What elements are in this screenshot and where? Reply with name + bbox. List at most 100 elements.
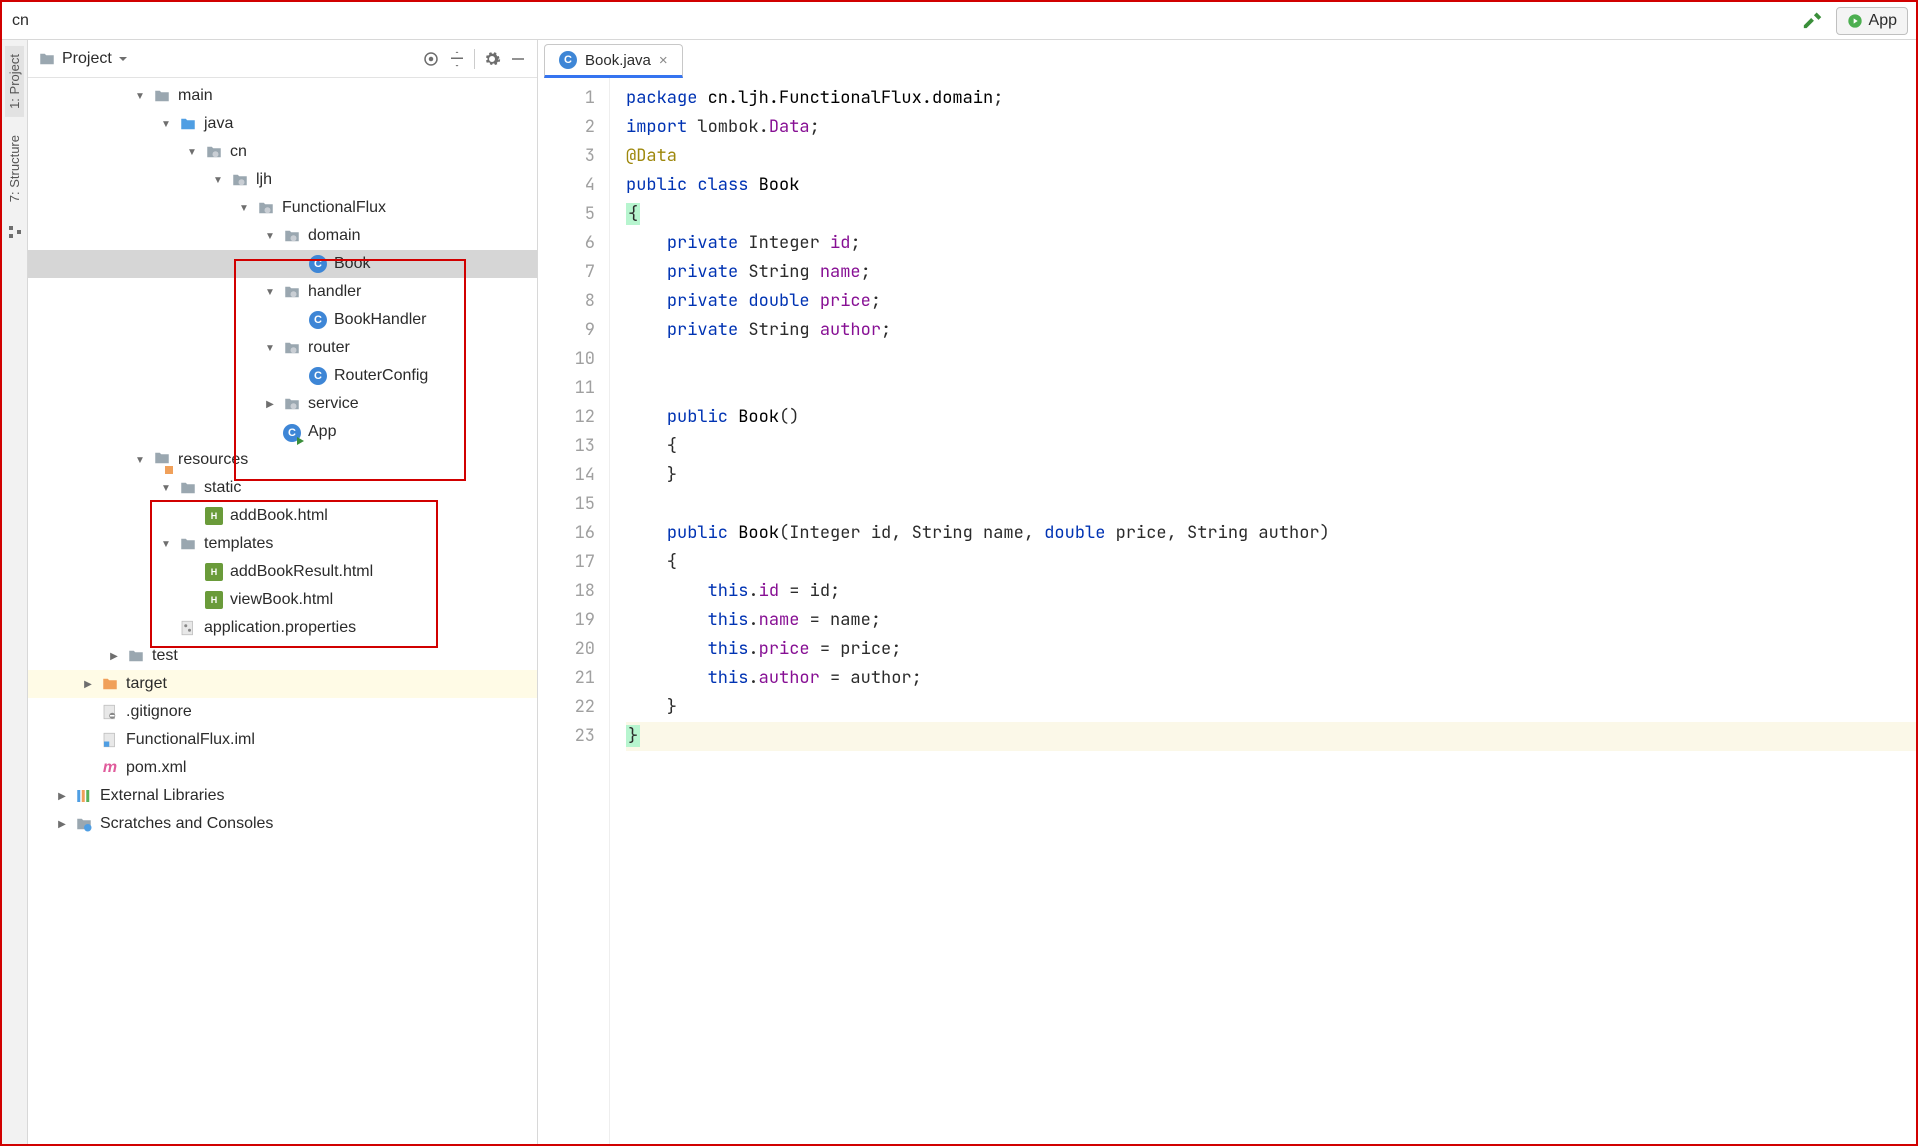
line-number[interactable]: 18 [538, 577, 595, 606]
code-line[interactable]: } [626, 693, 1916, 722]
structure-icon[interactable] [7, 224, 23, 243]
tree-item[interactable]: ▼handler [28, 278, 537, 306]
tree-item[interactable]: .gitignore [28, 698, 537, 726]
tree-item[interactable]: ▼router [28, 334, 537, 362]
expand-arrow-icon[interactable]: ▼ [264, 343, 276, 354]
expand-arrow-icon[interactable]: ▼ [134, 455, 146, 466]
tab-book-java[interactable]: C Book.java × [544, 44, 683, 78]
line-number[interactable]: 6 [538, 229, 595, 258]
code-line[interactable]: package cn.ljh.FunctionalFlux.domain; [626, 84, 1916, 113]
run-config-selector[interactable]: App [1836, 7, 1908, 35]
code-line[interactable]: this.id = id; [626, 577, 1916, 606]
line-number[interactable]: 22 [538, 693, 595, 722]
tab-project[interactable]: 1: Project [5, 46, 24, 117]
code-line[interactable]: { [626, 200, 1916, 229]
code-line[interactable] [626, 490, 1916, 519]
line-number[interactable]: 8 [538, 287, 595, 316]
project-tree[interactable]: ▼main▼java▼cn▼ljh▼FunctionalFlux▼domainC… [28, 78, 537, 1144]
tree-item[interactable]: ▼ljh [28, 166, 537, 194]
line-number[interactable]: 5 [538, 200, 595, 229]
tree-item[interactable]: CRouterConfig [28, 362, 537, 390]
tree-item[interactable]: ▶service [28, 390, 537, 418]
code-line[interactable]: private String author; [626, 316, 1916, 345]
code-line[interactable]: { [626, 432, 1916, 461]
line-number[interactable]: 17 [538, 548, 595, 577]
code-line[interactable]: } [626, 722, 1916, 751]
tree-item[interactable]: ▼templates [28, 530, 537, 558]
tree-item[interactable]: FunctionalFlux.iml [28, 726, 537, 754]
minimize-icon[interactable] [509, 50, 527, 68]
line-number[interactable]: 19 [538, 606, 595, 635]
hammer-icon[interactable] [1802, 7, 1824, 34]
line-number[interactable]: 21 [538, 664, 595, 693]
expand-arrow-icon[interactable]: ▼ [186, 147, 198, 158]
tree-item[interactable]: ▶External Libraries [28, 782, 537, 810]
line-number[interactable]: 4 [538, 171, 595, 200]
expand-arrow-icon[interactable]: ▶ [56, 791, 68, 802]
tree-item[interactable]: ▶Scratches and Consoles [28, 810, 537, 838]
close-icon[interactable]: × [659, 52, 668, 69]
code-line[interactable] [626, 374, 1916, 403]
code-line[interactable]: private double price; [626, 287, 1916, 316]
code-line[interactable]: import lombok.Data; [626, 113, 1916, 142]
tree-item[interactable]: CApp [28, 418, 537, 446]
expand-arrow-icon[interactable]: ▼ [264, 231, 276, 242]
tree-item[interactable]: ▼main [28, 82, 537, 110]
select-opened-file-icon[interactable] [422, 50, 440, 68]
code-line[interactable]: this.price = price; [626, 635, 1916, 664]
expand-arrow-icon[interactable]: ▶ [108, 651, 120, 662]
line-number[interactable]: 3 [538, 142, 595, 171]
tree-item[interactable]: CBookHandler [28, 306, 537, 334]
code-line[interactable]: public Book(Integer id, String name, dou… [626, 519, 1916, 548]
tree-item[interactable]: ▶target [28, 670, 537, 698]
tree-item[interactable]: application.properties [28, 614, 537, 642]
line-number[interactable]: 16 [538, 519, 595, 548]
line-number[interactable]: 10 [538, 345, 595, 374]
expand-arrow-icon[interactable]: ▼ [134, 91, 146, 102]
line-number[interactable]: 13 [538, 432, 595, 461]
code-line[interactable] [626, 345, 1916, 374]
code-line[interactable]: private Integer id; [626, 229, 1916, 258]
line-number[interactable]: 11 [538, 374, 595, 403]
breadcrumb-item[interactable]: cn [10, 12, 128, 30]
code-line[interactable]: public class Book [626, 171, 1916, 200]
line-number[interactable]: 14 [538, 461, 595, 490]
code-editor[interactable]: package cn.ljh.FunctionalFlux.domain;imp… [610, 78, 1916, 1144]
expand-arrow-icon[interactable]: ▼ [160, 119, 172, 130]
tree-item[interactable]: ▼resources [28, 446, 537, 474]
expand-arrow-icon[interactable]: ▼ [264, 287, 276, 298]
line-number[interactable]: 9 [538, 316, 595, 345]
expand-arrow-icon[interactable]: ▼ [160, 539, 172, 550]
tree-item[interactable]: ▼static [28, 474, 537, 502]
line-number[interactable]: 23 [538, 722, 595, 751]
line-number[interactable]: 1 [538, 84, 595, 113]
expand-arrow-icon[interactable]: ▶ [82, 679, 94, 690]
tree-item[interactable]: HviewBook.html [28, 586, 537, 614]
tree-item[interactable]: mpom.xml [28, 754, 537, 782]
tree-item[interactable]: ▼cn [28, 138, 537, 166]
collapse-all-icon[interactable] [448, 50, 466, 68]
tree-item[interactable]: HaddBook.html [28, 502, 537, 530]
code-line[interactable]: private String name; [626, 258, 1916, 287]
code-line[interactable]: public Book() [626, 403, 1916, 432]
tab-structure[interactable]: 7: Structure [5, 127, 24, 210]
line-number[interactable]: 15 [538, 490, 595, 519]
code-line[interactable]: } [626, 461, 1916, 490]
line-number[interactable]: 7 [538, 258, 595, 287]
tree-item[interactable]: CBook [28, 250, 537, 278]
line-number[interactable]: 12 [538, 403, 595, 432]
project-view-selector[interactable]: Project [38, 50, 128, 68]
expand-arrow-icon[interactable]: ▶ [56, 819, 68, 830]
tree-item[interactable]: ▼domain [28, 222, 537, 250]
code-line[interactable]: { [626, 548, 1916, 577]
code-line[interactable]: this.author = author; [626, 664, 1916, 693]
line-number[interactable]: 2 [538, 113, 595, 142]
code-line[interactable]: @Data [626, 142, 1916, 171]
expand-arrow-icon[interactable]: ▶ [264, 399, 276, 410]
tree-item[interactable]: HaddBookResult.html [28, 558, 537, 586]
expand-arrow-icon[interactable]: ▼ [212, 175, 224, 186]
code-line[interactable]: this.name = name; [626, 606, 1916, 635]
line-gutter[interactable]: 1234567891011121314151617181920212223 [538, 78, 610, 1144]
line-number[interactable]: 20 [538, 635, 595, 664]
expand-arrow-icon[interactable]: ▼ [160, 483, 172, 494]
